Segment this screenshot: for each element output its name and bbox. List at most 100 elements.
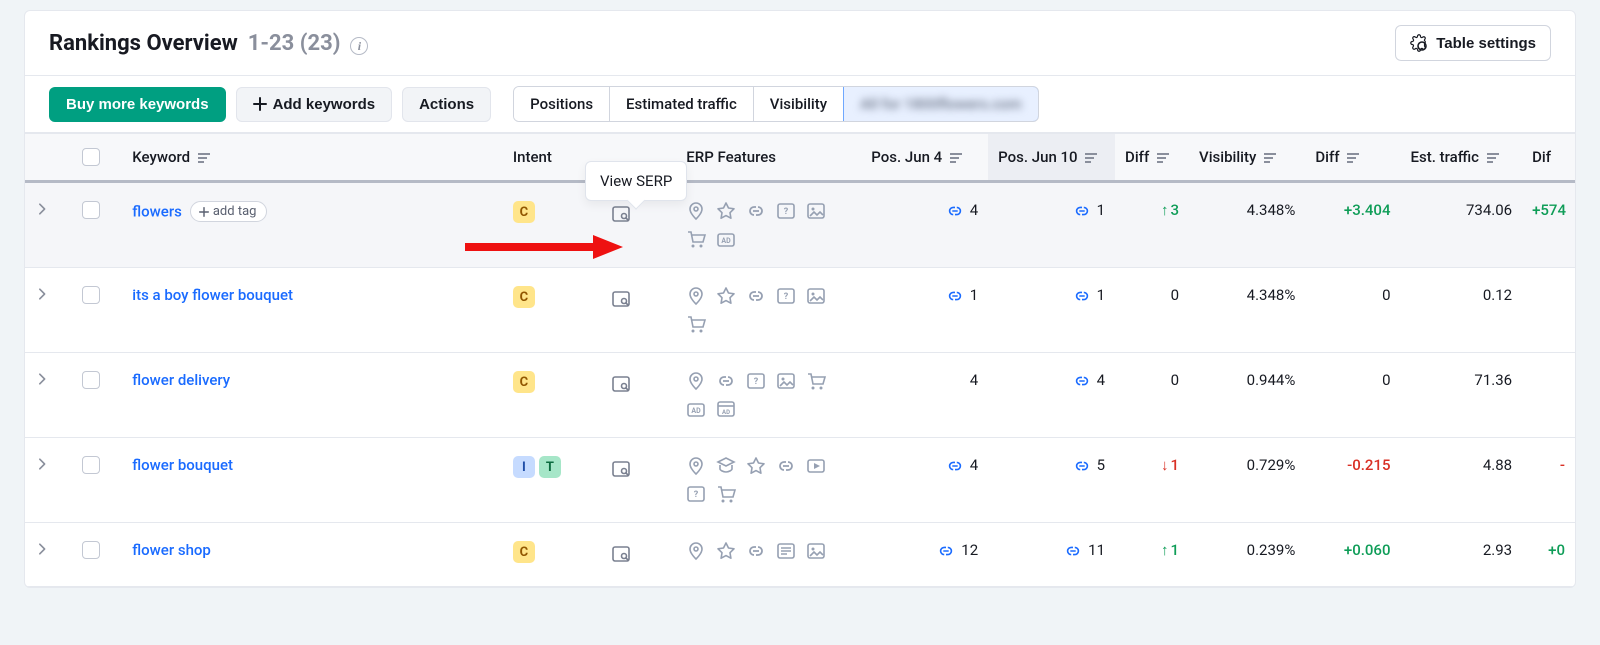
text-icon bbox=[776, 541, 796, 561]
add-keywords-button[interactable]: Add keywords bbox=[236, 87, 393, 122]
intent-badge-C: C bbox=[513, 371, 535, 393]
pos-jun4: 4 bbox=[861, 438, 988, 523]
est-traffic-value: 4.88 bbox=[1401, 438, 1523, 523]
link-icon bbox=[776, 456, 796, 476]
diff-pos: 0 bbox=[1115, 268, 1189, 353]
rankings-table: Keyword Intent ERP Features Pos. Jun 4 P… bbox=[25, 133, 1575, 587]
expand-row-icon[interactable] bbox=[35, 286, 51, 302]
col-serp-features[interactable]: ERP Features bbox=[676, 134, 861, 182]
visibility-value: 0.239% bbox=[1189, 523, 1305, 587]
tab-traffic[interactable]: Estimated traffic bbox=[610, 87, 754, 121]
sitelink-icon bbox=[946, 287, 964, 305]
col-diff-1[interactable]: Diff bbox=[1115, 134, 1189, 182]
expand-row-icon[interactable] bbox=[35, 201, 51, 217]
expand-row-icon[interactable] bbox=[35, 371, 51, 387]
sitelink-icon bbox=[1073, 457, 1091, 475]
pos-jun10: 4 bbox=[988, 353, 1115, 438]
star-icon bbox=[716, 286, 736, 306]
star-icon bbox=[746, 456, 766, 476]
diff-visibility: 0 bbox=[1305, 268, 1400, 353]
pos-jun4: 4 bbox=[861, 182, 988, 268]
video-icon bbox=[806, 456, 826, 476]
table-settings-button[interactable]: Table settings bbox=[1395, 25, 1551, 61]
shopping-icon bbox=[686, 229, 706, 249]
knowledge-icon bbox=[716, 456, 736, 476]
add-tag-button[interactable]: add tag bbox=[190, 201, 268, 222]
view-serp-button[interactable] bbox=[608, 286, 634, 312]
view-serp-button[interactable] bbox=[608, 201, 634, 227]
actions-button[interactable]: Actions bbox=[402, 87, 491, 122]
map-pin-icon bbox=[686, 541, 706, 561]
annotation-arrow-icon bbox=[465, 233, 625, 265]
tooltip: View SERP bbox=[585, 161, 687, 201]
row-checkbox[interactable] bbox=[82, 286, 100, 304]
sort-icon bbox=[1264, 151, 1276, 165]
link-icon bbox=[746, 541, 766, 561]
diff-pos: 1 bbox=[1115, 523, 1189, 587]
ads-bottom-icon bbox=[716, 399, 736, 419]
col-diff-3[interactable]: Dif bbox=[1522, 134, 1575, 182]
col-pos-jun4[interactable]: Pos. Jun 4 bbox=[861, 134, 988, 182]
diff-visibility: +3.404 bbox=[1305, 182, 1400, 268]
image-icon bbox=[776, 371, 796, 391]
intent-badge-I: I bbox=[513, 456, 535, 478]
intent-badge-C: C bbox=[513, 286, 535, 308]
pos-jun4: 4 bbox=[861, 353, 988, 438]
est-traffic-value: 734.06 bbox=[1401, 182, 1523, 268]
est-traffic-value: 71.36 bbox=[1401, 353, 1523, 438]
row-checkbox[interactable] bbox=[82, 201, 100, 219]
shopping-icon bbox=[686, 314, 706, 334]
sitelink-icon bbox=[937, 542, 955, 560]
col-diff-2[interactable]: Diff bbox=[1305, 134, 1400, 182]
pos-jun4: 12 bbox=[861, 523, 988, 587]
keyword-link[interactable]: its a boy flower bouquet bbox=[132, 286, 293, 304]
diff-visibility: +0.060 bbox=[1305, 523, 1400, 587]
col-intent[interactable]: Intent bbox=[503, 134, 598, 182]
view-serp-button[interactable] bbox=[608, 371, 634, 397]
ads-icon bbox=[686, 399, 706, 419]
shopping-icon bbox=[806, 371, 826, 391]
tab-positions[interactable]: Positions bbox=[514, 87, 610, 121]
panel-header: Rankings Overview 1-23 (23) i Table sett… bbox=[25, 11, 1575, 76]
toolbar: Buy more keywords Add keywords Actions P… bbox=[25, 76, 1575, 133]
select-all-checkbox[interactable] bbox=[82, 148, 100, 166]
keyword-link[interactable]: flowers bbox=[132, 203, 182, 221]
shopping-icon bbox=[716, 484, 736, 504]
map-pin-icon bbox=[686, 286, 706, 306]
diff-visibility: 0 bbox=[1305, 353, 1400, 438]
expand-row-icon[interactable] bbox=[35, 456, 51, 472]
col-keyword[interactable]: Keyword bbox=[122, 134, 503, 182]
sitelink-icon bbox=[946, 202, 964, 220]
sort-icon bbox=[1487, 151, 1499, 165]
buy-keywords-button[interactable]: Buy more keywords bbox=[49, 87, 226, 122]
page-count: 1-23 (23) bbox=[248, 31, 341, 56]
diff-traffic bbox=[1522, 353, 1575, 438]
est-traffic-value: 0.12 bbox=[1401, 268, 1523, 353]
row-checkbox[interactable] bbox=[82, 371, 100, 389]
sort-icon bbox=[1085, 151, 1097, 165]
tab-custom[interactable]: All for 1800flowers.com bbox=[843, 86, 1038, 122]
serp-features bbox=[686, 201, 846, 249]
view-serp-button[interactable] bbox=[608, 541, 634, 567]
expand-row-icon[interactable] bbox=[35, 541, 51, 557]
star-icon bbox=[716, 541, 736, 561]
keyword-link[interactable]: flower bouquet bbox=[132, 456, 233, 474]
col-pos-jun10[interactable]: Pos. Jun 10 bbox=[988, 134, 1115, 182]
info-icon[interactable]: i bbox=[350, 37, 368, 55]
sort-icon bbox=[1347, 151, 1359, 165]
view-serp-button[interactable] bbox=[608, 456, 634, 482]
featured-snippet-icon bbox=[686, 484, 706, 504]
pos-jun10: 1 bbox=[988, 268, 1115, 353]
col-est-traffic[interactable]: Est. traffic bbox=[1401, 134, 1523, 182]
map-pin-icon bbox=[686, 371, 706, 391]
col-visibility[interactable]: Visibility bbox=[1189, 134, 1305, 182]
diff-traffic: +574 bbox=[1522, 182, 1575, 268]
row-checkbox[interactable] bbox=[82, 541, 100, 559]
row-checkbox[interactable] bbox=[82, 456, 100, 474]
keyword-link[interactable]: flower shop bbox=[132, 541, 211, 559]
keyword-link[interactable]: flower delivery bbox=[132, 371, 230, 389]
visibility-value: 0.944% bbox=[1189, 353, 1305, 438]
tab-visibility[interactable]: Visibility bbox=[754, 87, 844, 121]
page-title: Rankings Overview bbox=[49, 31, 238, 56]
table-row: its a boy flower bouquet C 1 1 0 4.348% … bbox=[25, 268, 1575, 353]
